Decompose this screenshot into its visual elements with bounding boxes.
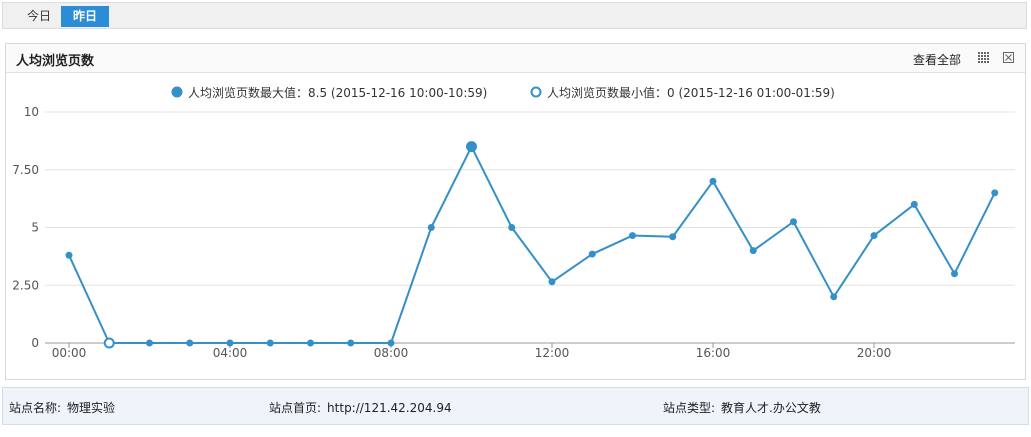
data-point[interactable]: [991, 189, 999, 197]
homepage-value: http://121.42.204.94: [327, 401, 452, 415]
site-type-label: 站点类型:: [663, 401, 716, 415]
data-point[interactable]: [146, 339, 153, 347]
data-point[interactable]: [347, 339, 355, 347]
legend-min-marker: [530, 86, 542, 98]
data-point[interactable]: [387, 339, 395, 347]
data-point[interactable]: [910, 200, 918, 208]
data-point[interactable]: [709, 177, 717, 185]
data-point[interactable]: [186, 339, 194, 347]
site-name-label: 站点名称:: [9, 401, 62, 415]
data-point[interactable]: [427, 224, 435, 231]
data-point[interactable]: [226, 339, 234, 347]
data-point[interactable]: [951, 270, 958, 278]
x-tick-label: 00:00: [52, 346, 87, 360]
max-point[interactable]: [466, 141, 477, 153]
x-tick-label: 12:00: [535, 346, 570, 360]
x-tick-label: 20:00: [857, 346, 892, 360]
data-point[interactable]: [307, 339, 314, 347]
site-info-bar: 站点名称: 物理实验 站点首页: http://121.42.204.94 站点类型…: [2, 387, 1029, 425]
data-point[interactable]: [65, 251, 73, 259]
x-tick-label: 08:00: [374, 346, 409, 360]
data-point[interactable]: [830, 293, 838, 301]
series-line: [68, 145, 996, 344]
y-tick-label: 7.50: [12, 163, 39, 177]
data-point[interactable]: [749, 247, 757, 255]
data-point[interactable]: [266, 339, 274, 347]
data-point[interactable]: [870, 232, 878, 240]
x-tick-label: 16:00: [696, 346, 731, 360]
site-type-value: 教育人才.办公文教: [721, 401, 821, 415]
data-point[interactable]: [588, 250, 596, 258]
min-point[interactable]: [103, 337, 115, 349]
data-point[interactable]: [508, 224, 516, 231]
data-point[interactable]: [629, 232, 636, 240]
homepage-item: 站点首页: http://121.42.204.94: [269, 399, 452, 416]
homepage-label: 站点首页:: [269, 401, 322, 415]
legend-min-text: 人均浏览页数最小值：0 (2015-12-16 01:00-01:59): [547, 85, 835, 100]
x-tick-label: 04:00: [213, 346, 248, 360]
y-tick-label: 5: [31, 221, 39, 235]
y-tick-label: 0: [31, 336, 39, 350]
data-point[interactable]: [669, 233, 677, 241]
y-tick-label: 10: [24, 105, 39, 119]
data-point[interactable]: [790, 218, 797, 226]
legend-max-text: 人均浏览页数最大值：8.5 (2015-12-16 10:00-10:59): [188, 85, 487, 100]
site-name-value: 物理实验: [67, 401, 116, 415]
line-chart: 0 2.50 5 7.50 10 00:00 04:00 08:00 12:00 16:00 20:…: [12, 85, 1015, 360]
data-point[interactable]: [548, 278, 556, 286]
site-type-item: 站点类型: 教育人才.办公文教: [663, 399, 821, 416]
legend-max-marker: [171, 86, 183, 98]
y-tick-label: 2.50: [12, 278, 39, 292]
site-name-item: 站点名称: 物理实验: [9, 399, 115, 416]
